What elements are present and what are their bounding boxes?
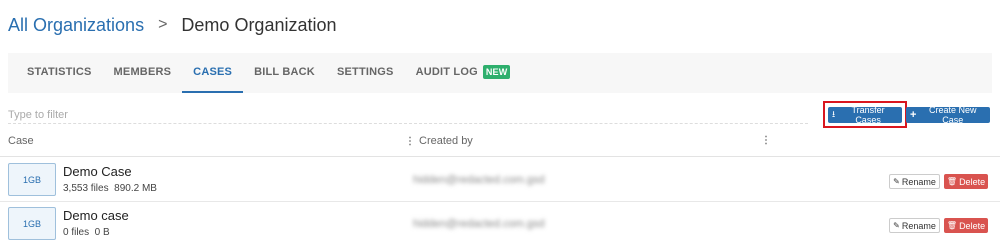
created-by-email: hidden@redacted.com.gsd bbox=[413, 218, 545, 230]
trash-icon: 🗑 bbox=[946, 221, 958, 230]
plus-icon: + bbox=[910, 109, 917, 121]
tab-members[interactable]: MEMBERS bbox=[103, 53, 183, 93]
download-icon: ⭳ bbox=[832, 109, 836, 119]
breadcrumb: All Organizations > Demo Organization bbox=[8, 12, 337, 38]
breadcrumb-separator-icon: > bbox=[158, 16, 168, 33]
case-size-label: 1GB bbox=[22, 218, 41, 229]
header-divider bbox=[0, 156, 1000, 157]
case-stats: 0 files 0 B bbox=[63, 227, 110, 238]
created-by-email: hidden@redacted.com.gsd bbox=[413, 174, 545, 186]
tab-audit-log[interactable]: AUDIT LOG NEW bbox=[405, 53, 522, 93]
delete-label: Delete bbox=[959, 176, 986, 187]
tab-label: BILL BACK bbox=[254, 66, 315, 78]
pencil-icon: ✎ bbox=[893, 177, 900, 186]
case-size-icon: 1GB bbox=[8, 207, 56, 240]
column-header-label: Created by bbox=[419, 135, 473, 147]
column-menu-icon[interactable]: ⋮ bbox=[405, 136, 415, 147]
tab-settings[interactable]: SETTINGS bbox=[326, 53, 405, 93]
rename-label: Rename bbox=[901, 176, 936, 187]
delete-button[interactable]: 🗑 Delete bbox=[944, 218, 988, 233]
rename-label: Rename bbox=[901, 220, 936, 231]
table-row[interactable]: 1GB Demo Case 3,553 files 890.2 MB hidde… bbox=[0, 158, 1000, 202]
create-new-case-button[interactable]: + Create New Case bbox=[906, 105, 990, 125]
case-size-label: 1GB bbox=[22, 174, 41, 185]
rename-button[interactable]: ✎ Rename bbox=[889, 174, 940, 189]
tab-label: STATISTICS bbox=[27, 66, 92, 78]
column-header-label: Case bbox=[8, 135, 34, 147]
tab-bill-back[interactable]: BILL BACK bbox=[243, 53, 326, 93]
tab-label: CASES bbox=[193, 66, 233, 78]
case-size-icon: 1GB bbox=[8, 163, 56, 196]
case-name-link[interactable]: Demo Case bbox=[63, 164, 132, 179]
row-divider bbox=[0, 201, 1000, 202]
filter-input[interactable] bbox=[8, 106, 808, 124]
page-title: Demo Organization bbox=[181, 14, 337, 35]
rename-button[interactable]: ✎ Rename bbox=[889, 218, 940, 233]
case-name-link[interactable]: Demo case bbox=[63, 208, 129, 223]
delete-label: Delete bbox=[959, 220, 986, 231]
tab-statistics[interactable]: STATISTICS bbox=[16, 53, 103, 93]
case-stats: 3,553 files 890.2 MB bbox=[63, 183, 157, 194]
transfer-cases-button[interactable]: ⭳ Transfer Cases bbox=[828, 105, 902, 125]
new-badge: NEW bbox=[482, 65, 511, 79]
tab-bar: STATISTICS MEMBERS CASES BILL BACK SETTI… bbox=[8, 53, 992, 93]
tab-label: SETTINGS bbox=[336, 66, 394, 78]
pencil-icon: ✎ bbox=[893, 221, 900, 230]
breadcrumb-all-organizations-link[interactable]: All Organizations bbox=[8, 15, 144, 36]
column-menu-icon[interactable]: ⋮ bbox=[761, 135, 771, 146]
create-new-case-label: Create New Case bbox=[928, 105, 977, 125]
tab-label: AUDIT LOG bbox=[415, 66, 478, 78]
column-header-actions[interactable]: ⋮ bbox=[761, 135, 775, 146]
tab-cases[interactable]: CASES bbox=[182, 53, 244, 93]
delete-button[interactable]: 🗑 Delete bbox=[944, 174, 988, 189]
tab-label: MEMBERS bbox=[113, 66, 172, 78]
trash-icon: 🗑 bbox=[946, 177, 958, 186]
column-header-case[interactable]: Case bbox=[8, 135, 34, 147]
column-header-created-by[interactable]: ⋮ Created by bbox=[405, 135, 473, 147]
table-row[interactable]: 1GB Demo case 0 files 0 B hidden@redacte… bbox=[0, 203, 1000, 245]
transfer-cases-label: Transfer Cases bbox=[851, 105, 885, 125]
